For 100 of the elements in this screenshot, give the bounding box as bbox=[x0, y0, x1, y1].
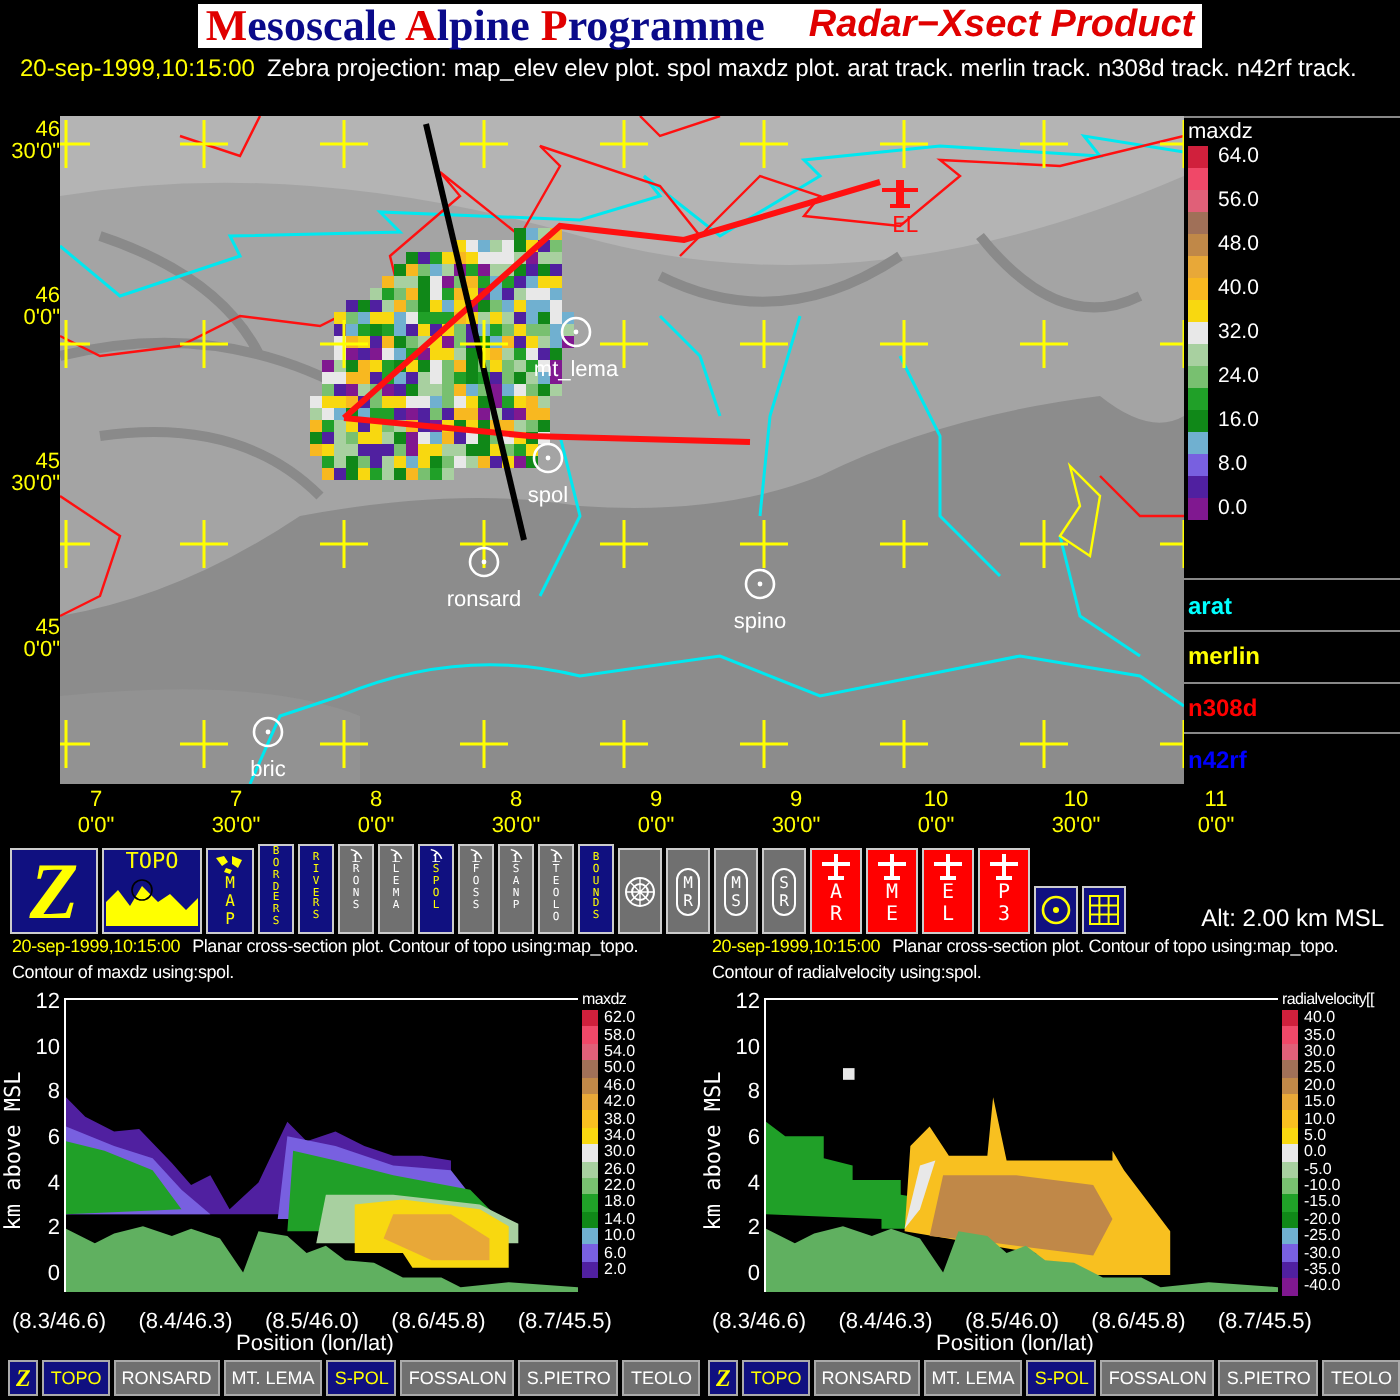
axis-tick-label: 0 bbox=[45, 1261, 62, 1286]
grid-cross-icon bbox=[178, 718, 230, 770]
grid-cross-icon bbox=[1018, 118, 1070, 170]
track-legend-label: merlin bbox=[1188, 642, 1261, 671]
grid-cross-icon bbox=[458, 318, 510, 370]
legend-label: 5.0 bbox=[1304, 1127, 1327, 1144]
range-ring-button[interactable] bbox=[618, 848, 662, 934]
zebra-logo-button[interactable]: Z bbox=[708, 1360, 739, 1396]
legend-label: 0.0 bbox=[1218, 498, 1248, 520]
grid-button[interactable] bbox=[1082, 886, 1126, 934]
axis-tick-label: 8 bbox=[745, 1080, 762, 1105]
zebra-logo-button[interactable]: Z bbox=[8, 1360, 39, 1396]
legend-title: maxdz bbox=[1188, 118, 1255, 146]
legend-label: 0.0 bbox=[1304, 1144, 1327, 1161]
legend-label: 15.0 bbox=[1304, 1094, 1336, 1111]
legend-label: 58.0 bbox=[604, 1027, 636, 1044]
radar-select-button[interactable]: FOSSALON bbox=[400, 1360, 515, 1396]
lake-outline bbox=[1058, 462, 1102, 559]
map-button[interactable]: MAP bbox=[206, 848, 254, 934]
grid-cross-icon bbox=[1018, 518, 1070, 570]
axis-tick-label: (8.6/45.8) bbox=[1091, 1310, 1186, 1334]
axis-title: km above MSL bbox=[701, 1070, 727, 1230]
aircraft-icon bbox=[876, 854, 908, 882]
legend-label: 16.0 bbox=[1218, 410, 1259, 432]
radar-dish-icon bbox=[547, 848, 565, 862]
topo-button[interactable]: TOPO bbox=[102, 848, 202, 934]
legend-label: 10.0 bbox=[604, 1228, 636, 1245]
aircraft-track-button[interactable]: AR bbox=[810, 848, 862, 934]
grid-cross-icon bbox=[178, 318, 230, 370]
grid-cross-icon bbox=[738, 118, 790, 170]
longitude-label: 10 30'0" bbox=[1049, 788, 1103, 840]
radar-select-button[interactable]: TEOLO bbox=[1322, 1360, 1400, 1396]
radar-select-button[interactable]: S.PIETRO bbox=[1218, 1360, 1319, 1396]
track-legend-label: n42rf bbox=[1188, 745, 1247, 774]
grid-cross-icon bbox=[178, 518, 230, 570]
radar-select-button[interactable]: TOPO bbox=[42, 1360, 110, 1396]
axis-tick-label: 2 bbox=[745, 1216, 762, 1241]
radar-select-button[interactable]: S.PIETRO bbox=[518, 1360, 619, 1396]
longitude-label: 10 0'0" bbox=[915, 788, 957, 840]
grid-cross-icon bbox=[318, 718, 370, 770]
radar-dish-icon bbox=[467, 848, 485, 862]
grid-cross-icon bbox=[878, 318, 930, 370]
aircraft-icon bbox=[820, 854, 852, 882]
axis-tick-label: 8 bbox=[45, 1080, 62, 1105]
axis-tick-label: 12 bbox=[733, 990, 762, 1014]
axis-tick-label: (8.4/46.3) bbox=[838, 1310, 933, 1334]
radar-select-button[interactable]: MT. LEMA bbox=[223, 1360, 323, 1396]
grid-cross-icon bbox=[1158, 318, 1184, 370]
longitude-label: 9 0'0" bbox=[635, 788, 677, 840]
radar-select-button[interactable]: MT. LEMA bbox=[923, 1360, 1023, 1396]
grid-cross-icon bbox=[178, 118, 230, 170]
station-icon bbox=[252, 716, 284, 748]
zebra-logo-button[interactable]: Z bbox=[10, 848, 98, 934]
radar-dish-icon bbox=[427, 848, 445, 862]
axis-tick-label: 10 bbox=[33, 1035, 62, 1060]
target-button[interactable] bbox=[1034, 886, 1078, 934]
legend-label: 8.0 bbox=[1218, 454, 1248, 476]
grid-cross-icon bbox=[598, 718, 650, 770]
aircraft-track-button[interactable]: P3 bbox=[978, 848, 1030, 934]
radar-select-button[interactable]: RONSARD bbox=[113, 1360, 220, 1396]
legend-label: 6.0 bbox=[604, 1245, 627, 1262]
legend-label: 46.0 bbox=[604, 1077, 636, 1094]
radar-select-button[interactable]: TOPO bbox=[742, 1360, 810, 1396]
axis-tick-label: 10 bbox=[733, 1035, 762, 1060]
legend-label: 26.0 bbox=[604, 1161, 636, 1178]
grid-cross-icon bbox=[458, 118, 510, 170]
grid-cross-icon bbox=[458, 718, 510, 770]
radar-select-button[interactable]: S-POL bbox=[1026, 1360, 1097, 1396]
legend-label: -5.0 bbox=[1304, 1161, 1332, 1178]
axis-tick-label: 4 bbox=[45, 1171, 62, 1196]
grid-cross-icon bbox=[1018, 718, 1070, 770]
legend-label: 22.0 bbox=[604, 1178, 636, 1195]
axis-tick-label: (8.3/46.6) bbox=[712, 1310, 807, 1334]
station-label: ronsard bbox=[446, 588, 522, 612]
plot-caption: 20-sep-1999,10:15:00 Planar cross-section plot. Contour of topo using:map_topo. Contour of maxdz using:spol. bbox=[10, 934, 641, 986]
grid-cross-icon bbox=[458, 518, 510, 570]
radar-select-button[interactable]: RONSARD bbox=[813, 1360, 920, 1396]
radar-select-button[interactable]: TEOLO bbox=[622, 1360, 700, 1396]
station-icon bbox=[560, 316, 592, 348]
legend-label: 40.0 bbox=[1218, 278, 1259, 300]
legend-label: -40.0 bbox=[1304, 1278, 1341, 1295]
radar-pair-button[interactable]: SR bbox=[762, 848, 806, 934]
radar-dish-icon bbox=[507, 848, 525, 862]
axis-title: Position (lon/lat) bbox=[236, 1334, 394, 1356]
radar-select-button[interactable]: FOSSALON bbox=[1100, 1360, 1215, 1396]
app-title: Mesoscale Alpine Programme Radar−Xsect Product bbox=[197, 4, 1203, 48]
legend-label: -30.0 bbox=[1304, 1245, 1341, 1262]
legend-label: 14.0 bbox=[604, 1211, 636, 1228]
legend-label: -15.0 bbox=[1304, 1194, 1341, 1211]
aircraft-track-button[interactable]: EL bbox=[922, 848, 974, 934]
radar-pair-button[interactable]: MR bbox=[666, 848, 710, 934]
legend-label: 62.0 bbox=[604, 1010, 636, 1027]
aircraft-track-button[interactable]: ME bbox=[866, 848, 918, 934]
axis-title: km above MSL bbox=[1, 1070, 27, 1230]
radar-select-button[interactable]: S-POL bbox=[326, 1360, 397, 1396]
grid-cross-icon bbox=[738, 718, 790, 770]
radar-ring-icon bbox=[624, 875, 656, 907]
radar-pair-button[interactable]: MS bbox=[714, 848, 758, 934]
legend-label: 18.0 bbox=[604, 1194, 636, 1211]
altitude-label: Alt: 2.00 km MSL bbox=[1201, 902, 1384, 934]
